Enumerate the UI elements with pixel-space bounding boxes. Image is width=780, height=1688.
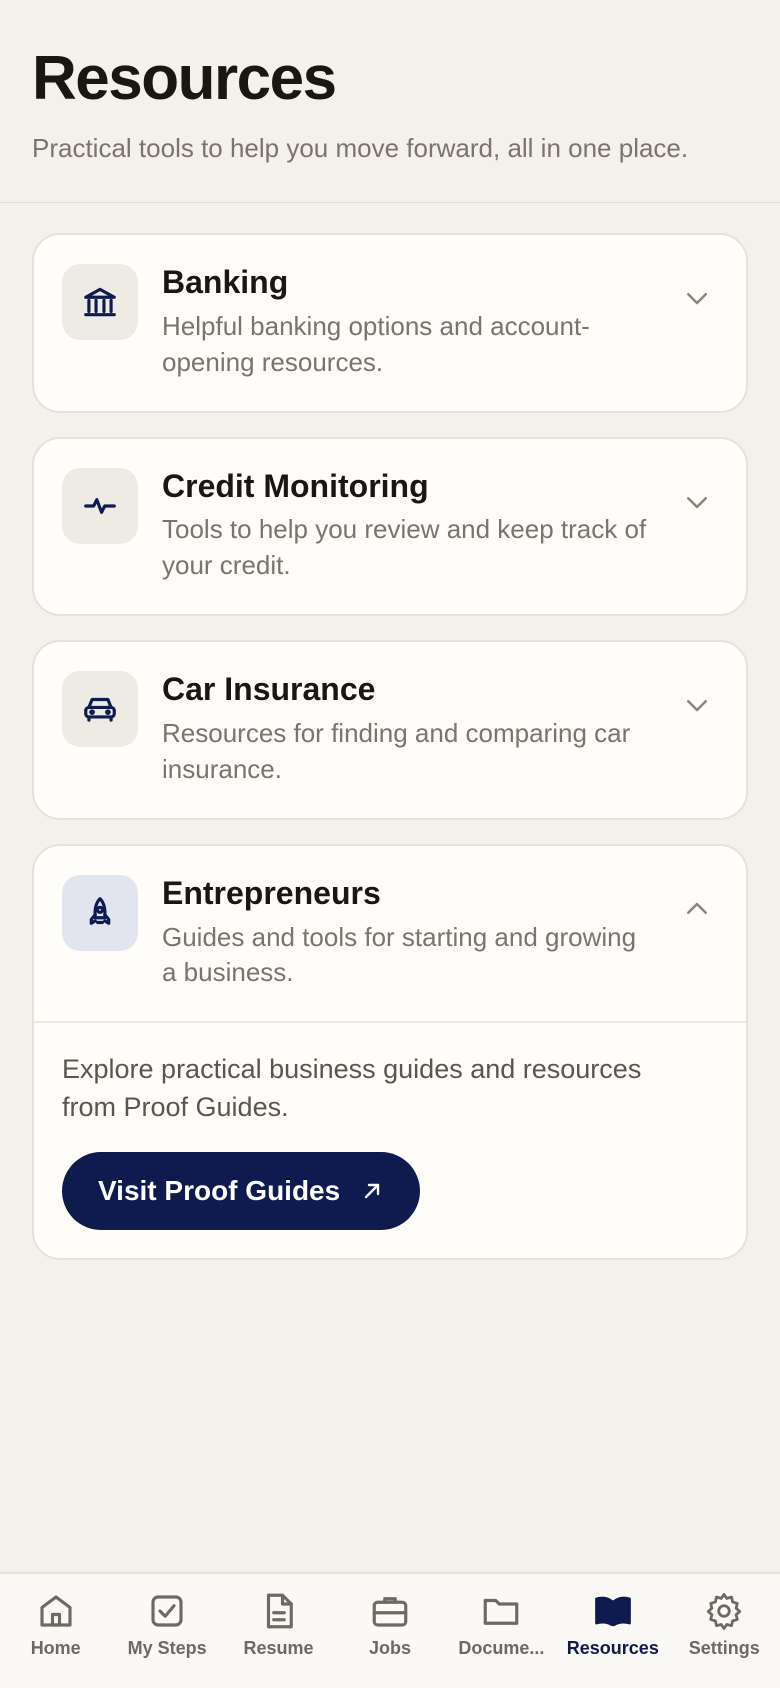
home-icon [40,1595,72,1627]
gear-icon [707,1592,742,1630]
tab-my-steps[interactable]: My Steps [112,1590,222,1659]
rocket-icon [62,874,138,951]
resource-card-header-car-insurance[interactable]: Car Insurance Resources for finding and … [34,642,746,818]
resource-card-header-banking[interactable]: Banking Helpful banking options and acco… [34,235,746,411]
chevron-up-icon[interactable] [682,894,712,924]
tab-resources[interactable]: Resources [558,1590,668,1659]
tab-documents[interactable]: Docume... [446,1590,556,1659]
visit-proof-guides-button[interactable]: Visit Proof Guides [62,1151,421,1230]
card-description: Resources for finding and comparing car … [162,717,631,784]
card-title: Credit Monitoring [162,467,429,504]
resource-list: Banking Helpful banking options and acco… [0,203,780,1260]
page-subtitle: Practical tools to help you move forward… [32,133,689,164]
chevron-down-icon[interactable] [682,487,712,517]
external-arrow-icon [365,1183,380,1198]
card-description: Tools to help you review and keep track … [162,514,647,581]
tab-label: My Steps [127,1638,207,1658]
tab-label: Docume... [458,1638,545,1658]
pulse-icon [62,467,138,544]
tab-settings[interactable]: Settings [669,1590,779,1659]
resources-screen: Resources Practical tools to help you mo… [0,0,780,1688]
resource-card-banking: Banking Helpful banking options and acco… [32,233,748,413]
bottom-tab-bar: Home My Steps Resume Jobs Docume... Reso… [0,1572,780,1688]
book-icon [594,1596,631,1627]
tab-home[interactable]: Home [1,1590,111,1659]
card-body-text: Explore practical business guides and re… [62,1054,642,1122]
chevron-down-icon[interactable] [682,690,712,720]
card-title: Entrepreneurs [162,874,381,911]
card-title: Car Insurance [162,671,376,708]
tab-label: Settings [688,1638,760,1658]
tab-label: Resume [243,1638,314,1658]
checkbox-icon [151,1595,183,1627]
tab-label: Jobs [368,1638,411,1658]
page-header: Resources Practical tools to help you mo… [0,0,780,204]
card-title: Banking [162,264,289,301]
document-icon [266,1593,293,1629]
tab-label: Resources [566,1638,659,1658]
car-icon [62,671,138,748]
bank-icon [62,264,138,341]
tab-jobs[interactable]: Jobs [335,1590,445,1659]
card-description: Guides and tools for starting and growin… [162,921,637,988]
resource-card-credit-monitoring: Credit Monitoring Tools to help you revi… [32,436,748,617]
folder-icon [484,1598,519,1625]
resource-card-car-insurance: Car Insurance Resources for finding and … [32,640,748,820]
tab-label: Home [30,1638,81,1658]
button-label: Visit Proof Guides [98,1174,341,1206]
tab-resume[interactable]: Resume [224,1590,334,1659]
page-title: Resources [32,44,337,113]
resource-card-header-credit-monitoring[interactable]: Credit Monitoring Tools to help you revi… [34,439,746,615]
resource-card-header-entrepreneurs[interactable]: Entrepreneurs Guides and tools for start… [34,846,746,1022]
resource-card-entrepreneurs: Entrepreneurs Guides and tools for start… [32,843,748,1260]
card-description: Helpful banking options and account-open… [162,310,590,377]
briefcase-icon [372,1597,408,1627]
resource-card-body-entrepreneurs: Explore practical business guides and re… [34,1021,746,1257]
chevron-down-icon[interactable] [682,283,712,313]
